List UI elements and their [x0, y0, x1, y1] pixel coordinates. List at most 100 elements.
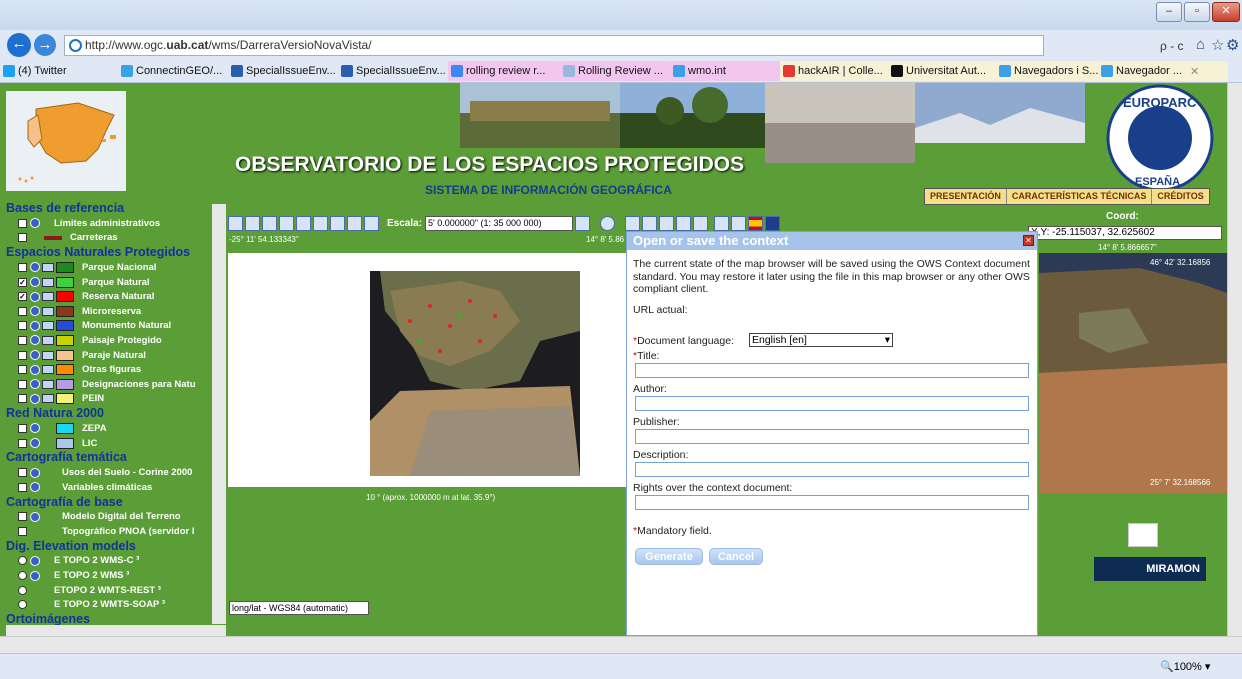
ows-context-icon[interactable]: [600, 215, 616, 231]
info-icon[interactable]: [30, 423, 40, 434]
layer-row[interactable]: E TOPO 2 WMTS-SOAP ³: [6, 597, 214, 612]
tab-item[interactable]: Universitat Aut...: [888, 61, 996, 81]
layer-row[interactable]: Usos del Suelo - Corine 2000: [6, 465, 214, 480]
back-button[interactable]: ←: [7, 33, 31, 57]
info-icon[interactable]: [30, 218, 40, 229]
cancel-button[interactable]: Cancel: [709, 548, 763, 565]
previous-view-icon[interactable]: [296, 215, 311, 231]
layer-checkbox[interactable]: [18, 526, 27, 536]
wms-icon[interactable]: [42, 321, 54, 331]
nav-presentacion[interactable]: PRESENTACIÓN: [925, 189, 1007, 204]
layer-checkbox[interactable]: [18, 438, 27, 448]
wms-icon[interactable]: [42, 277, 54, 287]
info-icon[interactable]: [30, 364, 40, 375]
wms-icon[interactable]: [42, 350, 54, 360]
layer-radio[interactable]: [18, 585, 27, 595]
fav-item[interactable]: SpecialIssueEnv...: [228, 61, 338, 81]
rights-input[interactable]: [635, 495, 1029, 510]
info-icon[interactable]: [30, 291, 40, 302]
layer-row[interactable]: Variables climáticas: [6, 480, 214, 495]
chevron-down-icon[interactable]: [575, 215, 591, 231]
layer-row[interactable]: Microreserva: [6, 304, 214, 319]
layer-row[interactable]: Carreteras: [6, 231, 214, 246]
scale-select[interactable]: 5' 0.000000" (1: 35 000 000): [425, 215, 574, 231]
uk-flag-icon[interactable]: [765, 215, 781, 231]
layer-row[interactable]: E TOPO 2 WMS-C ³: [6, 554, 214, 569]
layer-radio[interactable]: [18, 556, 27, 566]
wms-icon[interactable]: [42, 394, 54, 404]
info-icon[interactable]: [30, 482, 40, 493]
home-icon[interactable]: ⌂: [1196, 36, 1205, 53]
layer-checkbox[interactable]: [18, 379, 27, 389]
menu-icon[interactable]: [731, 215, 747, 231]
new-view-icon[interactable]: [625, 215, 641, 231]
wms-icon[interactable]: [42, 292, 54, 302]
layer-checkbox[interactable]: [18, 482, 27, 492]
layer-row[interactable]: Monumento Natural: [6, 319, 214, 334]
zoom-level[interactable]: 🔍100% ▾: [1160, 660, 1210, 673]
forward-button[interactable]: →: [34, 34, 56, 56]
layer-row[interactable]: PEIN: [6, 392, 214, 407]
layer-checkbox[interactable]: [18, 468, 27, 478]
ows-icon[interactable]: [676, 215, 692, 231]
wms-icon[interactable]: [42, 365, 54, 375]
layer-checkbox[interactable]: ✓: [18, 277, 27, 287]
legend-horizontal-scrollbar[interactable]: [6, 625, 226, 636]
info-tool-icon[interactable]: [364, 215, 379, 231]
minimize-button[interactable]: –: [1156, 2, 1182, 22]
fav-item[interactable]: (4) Twitter: [0, 61, 118, 81]
tab-item[interactable]: Navegadors i S...: [996, 61, 1098, 81]
favorites-star-icon[interactable]: ☆: [1211, 36, 1224, 54]
info-icon[interactable]: [30, 277, 40, 288]
tab-close-icon[interactable]: ✕: [1190, 65, 1199, 78]
layer-row[interactable]: ZEPA: [6, 421, 214, 436]
full-extent-icon[interactable]: [279, 215, 294, 231]
pan-hand-icon[interactable]: [313, 215, 328, 231]
layer-checkbox[interactable]: [18, 512, 27, 522]
author-input[interactable]: [635, 396, 1029, 411]
layer-row[interactable]: Límites administrativos: [6, 216, 214, 231]
maximize-button[interactable]: ▫: [1184, 2, 1210, 22]
settings-gear-icon[interactable]: ⚙: [1226, 36, 1239, 54]
title-input[interactable]: [635, 363, 1029, 378]
layer-radio[interactable]: [18, 600, 27, 610]
layer-checkbox[interactable]: [18, 423, 27, 433]
legend-scrollbar[interactable]: [212, 204, 226, 624]
tab-item-active[interactable]: Navegador ... ✕: [1098, 61, 1228, 81]
layer-row[interactable]: Parque Nacional: [6, 260, 214, 275]
description-input[interactable]: [635, 462, 1029, 477]
info-icon[interactable]: [30, 438, 40, 449]
search-refresh-icon[interactable]: ρ - c: [1160, 39, 1184, 53]
layer-row[interactable]: ✓ Parque Natural: [6, 275, 214, 290]
layer-row[interactable]: Paraje Natural: [6, 348, 214, 363]
layer-checkbox[interactable]: [18, 262, 27, 272]
layer-row[interactable]: ✓ Reserva Natural: [6, 289, 214, 304]
info-icon[interactable]: [30, 555, 40, 566]
layer-icon[interactable]: [659, 215, 675, 231]
nav-caracteristicas[interactable]: CARACTERÍSTICAS TÉCNICAS: [1007, 189, 1153, 204]
info-icon[interactable]: [30, 262, 40, 273]
layer-row[interactable]: LIC: [6, 436, 214, 451]
wms-icon[interactable]: [42, 335, 54, 345]
partner-logo[interactable]: [1128, 523, 1158, 547]
fav-item[interactable]: SpecialIssueEnv...: [338, 61, 448, 81]
tab-item[interactable]: hackAIR | Colle...: [780, 61, 888, 81]
layer-checkbox[interactable]: [18, 306, 27, 316]
tab-item[interactable]: rolling review r...: [448, 61, 560, 81]
fav-item[interactable]: ConnectinGEO/...: [118, 61, 228, 81]
layer-checkbox[interactable]: [18, 350, 27, 360]
layer-checkbox[interactable]: [18, 218, 27, 228]
tab-item[interactable]: wmo.int: [670, 61, 780, 81]
info-icon[interactable]: [30, 335, 40, 346]
zoom-window-icon[interactable]: [262, 215, 277, 231]
layer-checkbox[interactable]: ✓: [18, 292, 27, 302]
close-window-button[interactable]: ✕: [1212, 2, 1240, 22]
layer-row[interactable]: E TOPO 2 WMS ³: [6, 568, 214, 583]
layer-checkbox[interactable]: [18, 394, 27, 404]
crs-select[interactable]: long/lat - WGS84 (automatic): [229, 601, 369, 615]
layer-row[interactable]: Designaciones para Natu: [6, 377, 214, 392]
link-icon[interactable]: [693, 215, 709, 231]
layer-row[interactable]: Otras figuras: [6, 362, 214, 377]
zoom-out-icon[interactable]: [245, 215, 260, 231]
wms-icon[interactable]: [42, 379, 54, 389]
